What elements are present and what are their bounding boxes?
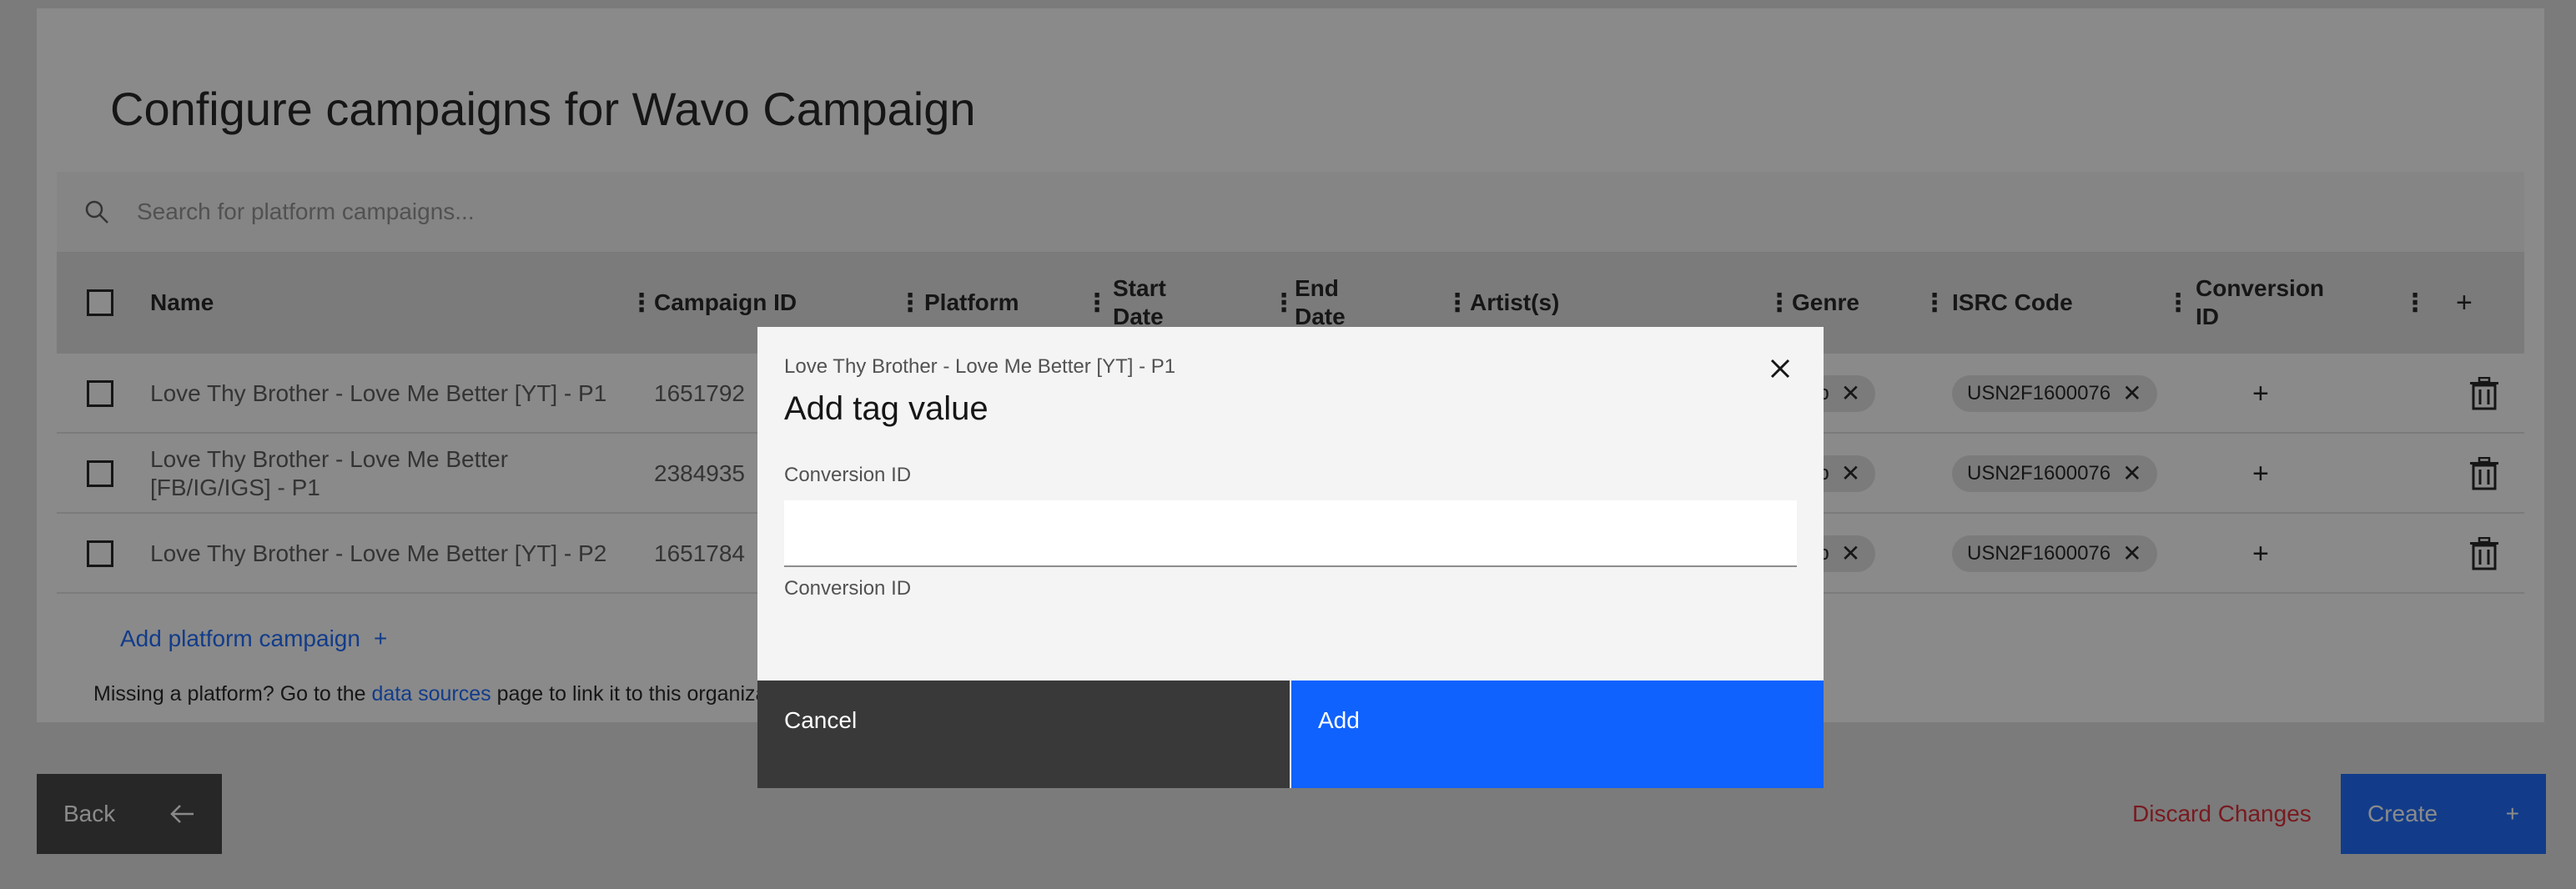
conversion-id-helper: Conversion ID xyxy=(784,577,912,600)
modal-add-button[interactable]: Add xyxy=(1291,681,1824,788)
conversion-id-label: Conversion ID xyxy=(784,464,912,486)
close-icon[interactable] xyxy=(1763,352,1797,385)
modal-footer: Cancel Add xyxy=(757,681,1824,788)
conversion-id-input[interactable] xyxy=(784,500,1797,567)
modal-cancel-button[interactable]: Cancel xyxy=(757,681,1290,788)
add-tag-modal: Love Thy Brother - Love Me Better [YT] -… xyxy=(757,327,1824,788)
modal-heading: Add tag value xyxy=(784,390,989,427)
modal-label: Love Thy Brother - Love Me Better [YT] -… xyxy=(784,355,1176,378)
